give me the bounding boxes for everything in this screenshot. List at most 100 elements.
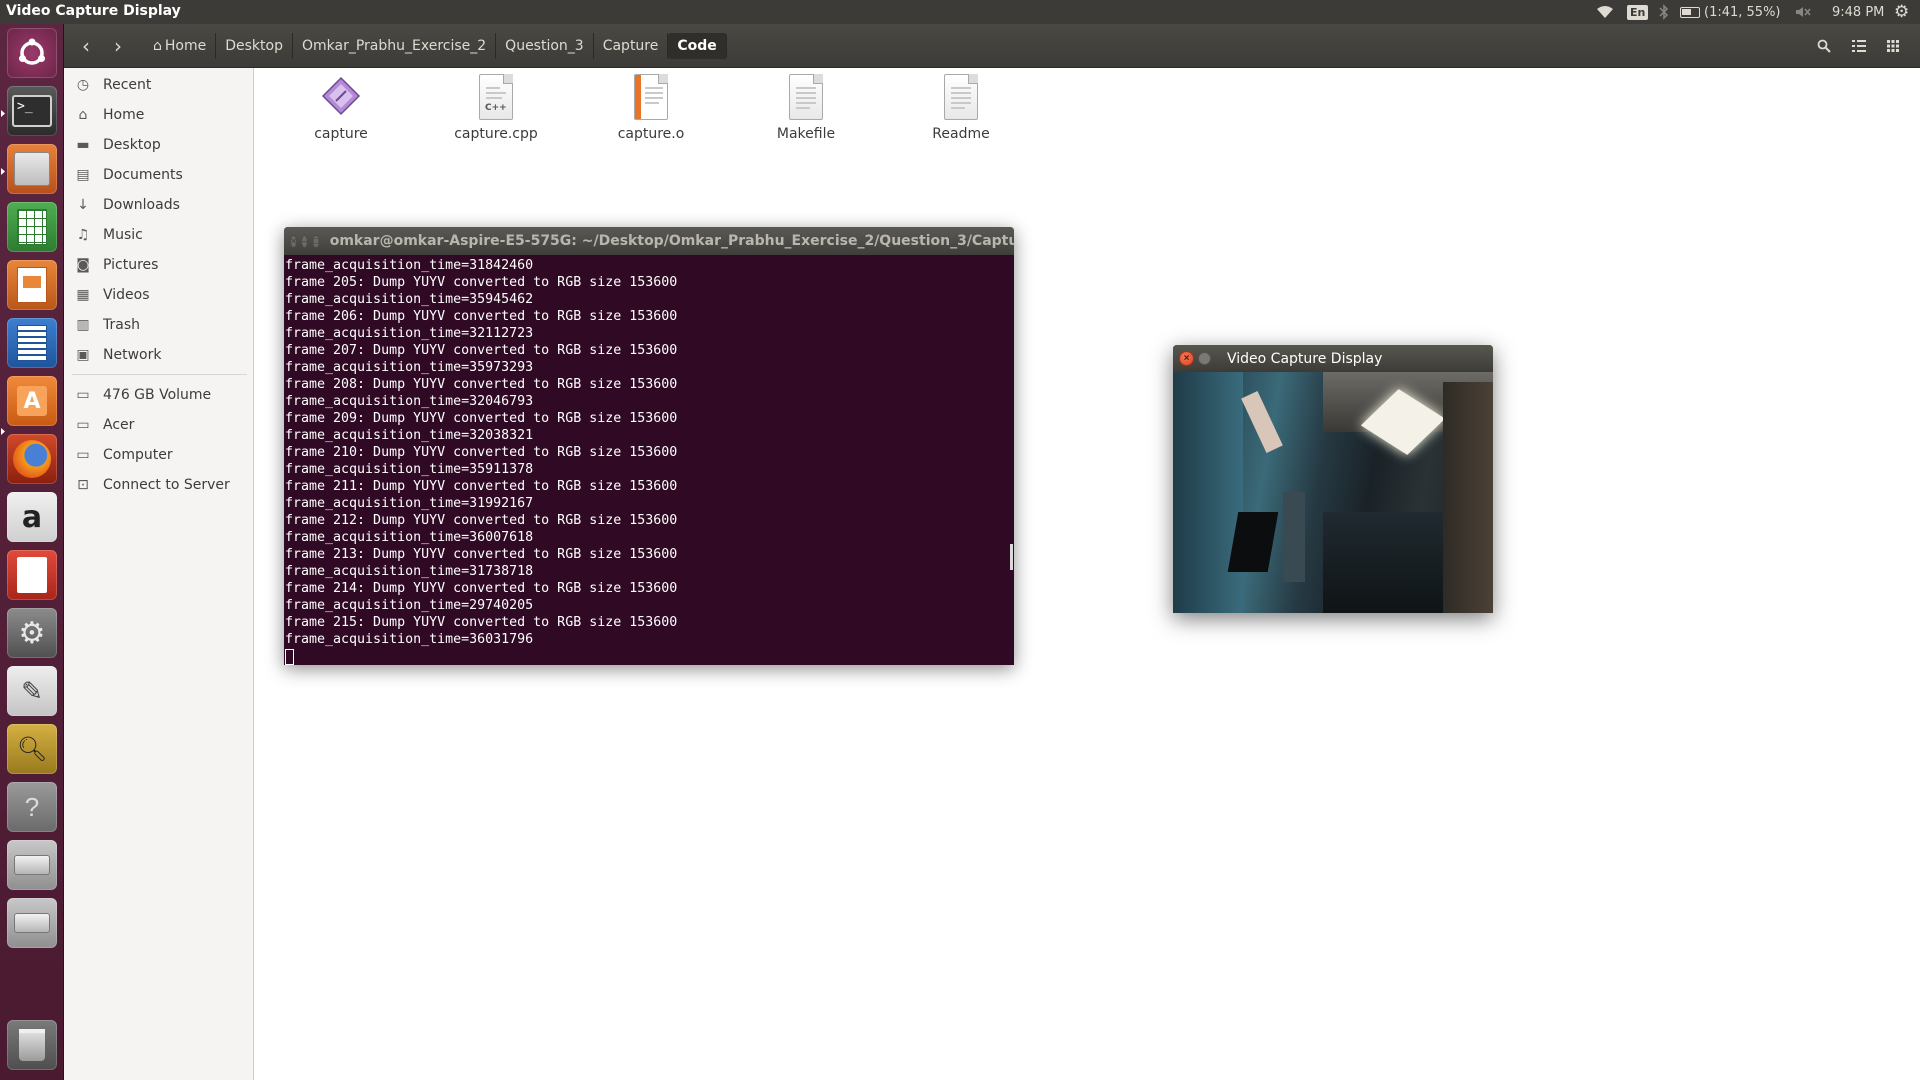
executable-icon [320,74,362,122]
video-titlebar[interactable]: × Video Capture Display [1173,345,1493,372]
desktop-screen: Video Capture Display En (1:41, 55%) 9:4… [0,0,1920,1080]
terminal-close-button[interactable]: × [290,234,298,248]
file-manager-toolbar: ‹ › ⌂ Home Desktop Omkar_Prabhu_Exercise… [64,24,1920,68]
sound-muted-icon[interactable] [1795,2,1811,22]
files-launcher[interactable] [7,144,57,194]
terminal-output[interactable]: frame_acquisition_time=31842460frame 205… [284,255,1014,665]
grid-view-button[interactable] [1879,32,1907,60]
trash-launcher[interactable] [7,1020,57,1070]
maximize-icon: □ [313,236,319,246]
home-icon: ⌂ [78,107,88,123]
magnifier-icon: 🔍︎ [16,735,48,763]
search-icon [1817,39,1831,53]
file-item-makefile[interactable]: Makefile [746,74,866,142]
clock[interactable]: 9:48 PM [1832,2,1884,22]
video-frame-image [1173,372,1493,613]
file-item-readme[interactable]: Readme [901,74,1021,142]
drive-icon: ▭ [76,387,90,403]
sidebar-item-connect-server[interactable]: ⊡ Connect to Server [64,472,254,498]
bluetooth-icon[interactable] [1659,2,1669,22]
document-viewer-launcher[interactable] [7,550,57,600]
libreoffice-calc-launcher[interactable] [7,202,57,252]
sidebar-item-network[interactable]: ▣ Network [64,342,254,368]
sidebar-item-label: Recent [103,77,152,93]
video-minimize-button[interactable] [1198,352,1211,365]
film-icon: ▦ [76,287,90,303]
crumb-home[interactable]: ⌂ Home [144,33,217,59]
wifi-icon[interactable] [1596,2,1614,22]
search-button[interactable] [1810,32,1838,60]
drive-2-launcher[interactable] [7,898,57,948]
sidebar-item-videos[interactable]: ▦ Videos [64,282,254,308]
terminal-scrollbar[interactable] [1010,544,1013,570]
crumb-exercise[interactable]: Omkar_Prabhu_Exercise_2 [293,33,497,59]
file-item-capture-cpp[interactable]: C++ capture.cpp [436,74,556,142]
text-editor-launcher[interactable]: ✎ [7,666,57,716]
sidebar-item-trash[interactable]: ▥ Trash [64,312,254,338]
sidebar-item-recent[interactable]: ◷ Recent [64,72,254,98]
crumb-desktop[interactable]: Desktop [216,33,293,59]
libreoffice-writer-launcher[interactable] [7,318,57,368]
dash-home-button[interactable] [7,28,57,78]
sidebar-item-label: Downloads [103,197,180,213]
battery-indicator[interactable]: (1:41, 55%) [1680,2,1781,22]
terminal-titlebar[interactable]: × – □ omkar@omkar-Aspire-E5-575G: ~/Desk… [284,227,1014,255]
sidebar-item-home[interactable]: ⌂ Home [64,102,254,128]
sidebar-item-label: Network [103,347,162,363]
help-launcher[interactable]: ? [7,782,57,832]
sidebar-item-documents[interactable]: ▤ Documents [64,162,254,188]
document-icon: ▤ [76,167,90,183]
sidebar-item-music[interactable]: ♫ Music [64,222,254,248]
cpp-badge: C++ [485,103,507,113]
video-close-button[interactable]: × [1179,351,1194,366]
libreoffice-impress-launcher[interactable] [7,260,57,310]
terminal-line: frame_acquisition_time=35973293 [285,360,534,375]
terminal-maximize-button[interactable]: □ [312,234,320,248]
sidebar-item-downloads[interactable]: ↓ Downloads [64,192,254,218]
pencil-icon: ✎ [21,675,43,706]
sidebar-item-computer[interactable]: ▭ Computer [64,442,254,468]
sidebar-item-desktop[interactable]: ▬ Desktop [64,132,254,158]
chevron-left-icon: ‹ [82,34,90,58]
drive-icon: ▭ [76,417,90,433]
crumb-code[interactable]: Code [668,33,727,59]
spreadsheet-icon [17,209,47,245]
file-item-capture-o[interactable]: capture.o [591,74,711,142]
sidebar-item-acer[interactable]: ▭ Acer [64,412,254,438]
terminal-minimize-button[interactable]: – [301,234,309,248]
system-gear-icon[interactable]: ⚙ [1894,2,1909,22]
forward-button[interactable]: › [104,32,132,60]
crumb-capture[interactable]: Capture [594,33,669,59]
sidebar-item-pictures[interactable]: ◙ Pictures [64,252,254,278]
image-viewer-launcher[interactable]: 🔍︎ [7,724,57,774]
amazon-icon: a [21,499,43,535]
keyboard-language-indicator[interactable]: En [1627,2,1649,22]
system-settings-launcher[interactable]: ⚙ [7,608,57,658]
sidebar-item-label: Acer [103,417,135,433]
file-cabinet-icon [14,152,50,186]
amazon-launcher[interactable]: a [7,492,57,542]
drive-1-launcher[interactable] [7,840,57,890]
terminal-launcher[interactable]: >_ [7,86,57,136]
sidebar-item-volume[interactable]: ▭ 476 GB Volume [64,382,254,408]
file-item-capture[interactable]: capture [281,74,401,142]
close-icon: × [291,236,297,246]
close-icon: × [1183,353,1190,364]
crumb-question[interactable]: Question_3 [496,33,594,59]
back-button[interactable]: ‹ [72,32,100,60]
crumb-label: Home [164,38,207,54]
list-view-button[interactable] [1845,32,1873,60]
terminal-line: frame_acquisition_time=31842460 [285,258,534,273]
video-capture-window[interactable]: × Video Capture Display [1173,345,1493,613]
ubuntu-software-launcher[interactable]: A [7,376,57,426]
terminal-window[interactable]: × – □ omkar@omkar-Aspire-E5-575G: ~/Desk… [284,227,1014,665]
firefox-launcher[interactable] [7,434,57,484]
file-name: capture.o [617,126,685,142]
sidebar-item-label: Videos [103,287,150,303]
terminal-line: frame 211: Dump YUYV converted to RGB si… [285,479,678,494]
terminal-line: frame 205: Dump YUYV converted to RGB si… [285,275,678,290]
computer-icon: ▭ [76,447,90,463]
breadcrumb: ⌂ Home Desktop Omkar_Prabhu_Exercise_2 Q… [144,33,727,59]
grid-view-icon [1887,40,1899,52]
help-icon: ? [24,791,40,822]
